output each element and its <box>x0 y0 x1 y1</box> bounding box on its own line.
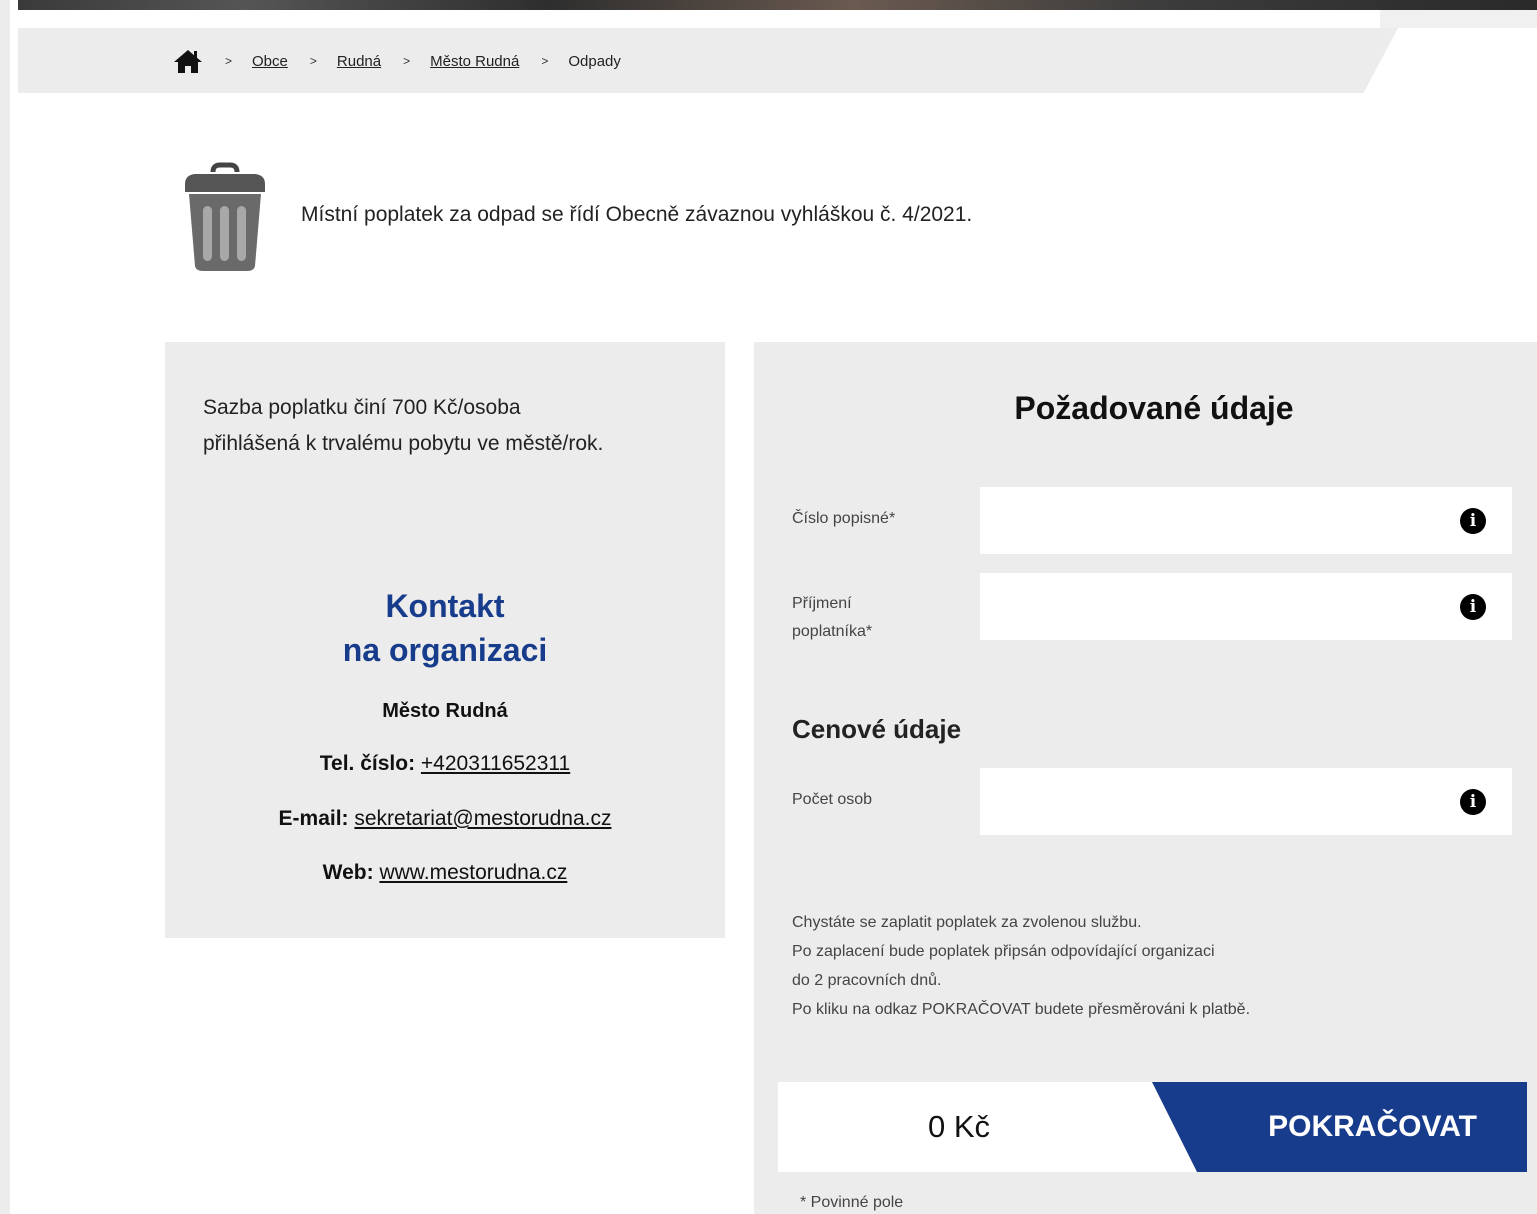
info-icon[interactable]: i <box>1460 508 1486 534</box>
organization-name: Město Rudná <box>382 700 508 722</box>
payment-note-line: Po zaplacení bude poplatek připsán odpov… <box>792 943 1215 960</box>
breadcrumb-link-mesto-rudna[interactable]: Město Rudná <box>430 53 519 70</box>
contact-web: Web: www.mestorudna.cz <box>165 861 725 885</box>
contact-phone: Tel. číslo: +420311652311 <box>165 752 725 776</box>
persons-count-label: Počet osob <box>792 791 873 808</box>
payment-summary: 0 Kč POKRAČOVAT <box>778 1082 1527 1172</box>
breadcrumb-link-rudna[interactable]: Rudná <box>337 53 381 70</box>
trash-bin-icon <box>185 162 265 271</box>
breadcrumb: > Obce > Rudná > Město Rudná > Odpady <box>173 48 621 74</box>
surname-label: Příjmení poplatníka* <box>792 595 873 640</box>
surname-input[interactable]: i <box>980 573 1512 640</box>
info-icon[interactable]: i <box>1460 789 1486 815</box>
form-panel: Požadované údaje Číslo popisné* i Příjme… <box>754 342 1537 1214</box>
contact-heading-line1: Kontakt <box>385 588 505 624</box>
web-link[interactable]: www.mestorudna.cz <box>379 861 567 884</box>
house-number-label: Číslo popisné* <box>792 510 896 527</box>
phone-label: Tel. číslo: <box>319 752 416 775</box>
breadcrumb-separator: > <box>403 54 411 68</box>
header-photo <box>18 0 1537 10</box>
info-panel: Sazba poplatku činí 700 Kč/osoba přihláš… <box>165 342 725 938</box>
breadcrumb-separator: > <box>541 54 549 68</box>
header-corner <box>1380 10 1537 28</box>
home-icon[interactable] <box>173 48 203 74</box>
page-frame <box>0 0 10 1214</box>
breadcrumb-separator: > <box>225 54 233 68</box>
persons-count-input[interactable]: i <box>980 768 1512 835</box>
breadcrumb-link-obce[interactable]: Obce <box>252 53 288 70</box>
continue-button[interactable]: POKRAČOVAT <box>1152 1082 1527 1172</box>
info-icon[interactable]: i <box>1460 594 1486 620</box>
breadcrumb-current: Odpady <box>568 52 621 70</box>
contact-heading: Kontakt na organizaci <box>165 584 725 672</box>
payment-note-line: do 2 pracovních dnů. <box>792 972 942 989</box>
house-number-input[interactable]: i <box>980 487 1512 554</box>
contact-email: E-mail: sekretariat@mestorudna.cz <box>165 807 725 831</box>
fee-notice: Místní poplatek za odpad se řídí Obecně … <box>301 203 973 226</box>
page: > Obce > Rudná > Město Rudná > Odpady Mí… <box>10 0 1537 1214</box>
email-label: E-mail: <box>278 807 349 830</box>
payment-note-line: Po kliku na odkaz POKRAČOVAT budete přes… <box>792 1001 1251 1018</box>
form-title: Požadované údaje <box>1014 390 1294 426</box>
payment-note-line: Chystáte se zaplatit poplatek za zvoleno… <box>792 914 1142 931</box>
contact-heading-line2: na organizaci <box>342 632 548 668</box>
payment-note: Chystáte se zaplatit poplatek za zvoleno… <box>792 908 1250 1024</box>
fee-rate-text: Sazba poplatku činí 700 Kč/osoba přihláš… <box>203 396 604 455</box>
phone-link[interactable]: +420311652311 <box>421 752 570 775</box>
price-section-title: Cenové údaje <box>792 714 962 744</box>
breadcrumb-separator: > <box>309 54 317 68</box>
total-amount: 0 Kč <box>928 1109 991 1144</box>
web-label: Web: <box>322 861 374 884</box>
required-fields-note: * Povinné pole <box>800 1194 904 1211</box>
email-link[interactable]: sekretariat@mestorudna.cz <box>354 807 611 830</box>
